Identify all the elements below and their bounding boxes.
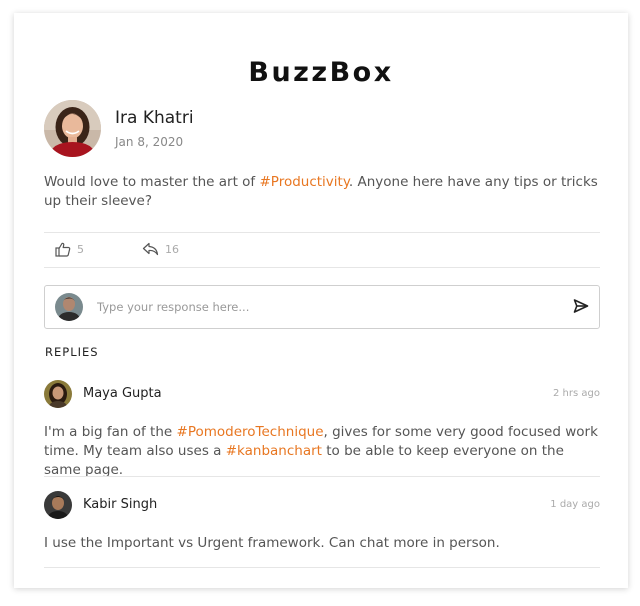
post-card: BuzzBox Ira Khatri Jan 8, 2020 Would lov… xyxy=(14,13,628,588)
like-button[interactable]: 5 xyxy=(55,242,84,257)
reply-text-part: I use the Important vs Urgent framework.… xyxy=(44,535,500,551)
send-icon[interactable] xyxy=(573,298,589,318)
author-avatar[interactable] xyxy=(44,100,101,157)
reply-button[interactable]: 16 xyxy=(142,242,179,256)
replies-heading: REPLIES xyxy=(45,345,99,359)
divider xyxy=(44,476,600,477)
divider xyxy=(44,267,600,268)
author-name[interactable]: Ira Khatri xyxy=(115,108,194,128)
reply-author[interactable]: Maya Gupta xyxy=(83,386,162,401)
post-text-part: Would love to master the art of xyxy=(44,174,260,190)
like-count: 5 xyxy=(77,243,84,256)
reply-timestamp: 2 hrs ago xyxy=(553,388,600,399)
brand-logo: BuzzBox xyxy=(248,57,394,88)
reply-timestamp: 1 day ago xyxy=(550,499,600,510)
reply-count: 16 xyxy=(165,242,179,256)
reply-icon xyxy=(142,242,159,256)
post-date: Jan 8, 2020 xyxy=(115,135,184,149)
post-text: Would love to master the art of #Product… xyxy=(44,173,604,211)
reply-text-part: I'm a big fan of the xyxy=(44,424,177,440)
hashtag-link[interactable]: #Productivity xyxy=(259,174,348,190)
reply-text: I'm a big fan of the #PomoderoTechnique,… xyxy=(44,423,600,480)
hashtag-link[interactable]: #kanbanchart xyxy=(226,443,322,459)
divider xyxy=(44,232,600,233)
thumbs-up-icon xyxy=(55,242,71,257)
reply-avatar[interactable] xyxy=(44,380,72,408)
reply-author[interactable]: Kabir Singh xyxy=(83,497,157,512)
response-input[interactable] xyxy=(95,295,559,319)
divider xyxy=(44,567,600,568)
response-box xyxy=(44,285,600,329)
hashtag-link[interactable]: #PomoderoTechnique xyxy=(177,424,324,440)
current-user-avatar xyxy=(55,293,83,321)
reply-text: I use the Important vs Urgent framework.… xyxy=(44,534,600,553)
reply-avatar[interactable] xyxy=(44,491,72,519)
